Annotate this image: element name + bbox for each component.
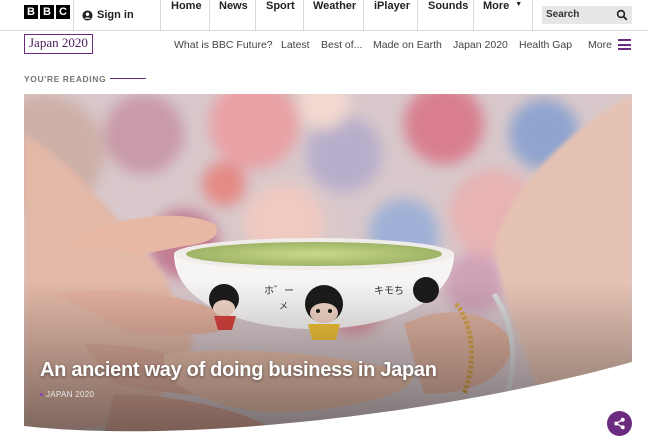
user-icon (82, 9, 93, 21)
subnav-best-of[interactable]: Best of... (321, 39, 362, 51)
search-placeholder: Search (546, 9, 580, 20)
search-input[interactable]: Search (542, 6, 632, 24)
nav-sport[interactable]: Sport (266, 0, 295, 30)
divider (303, 0, 304, 30)
divider (473, 0, 474, 30)
sign-in-link[interactable]: Sign in (82, 0, 134, 30)
subnav-health-gap[interactable]: Health Gap (519, 39, 572, 51)
hero-image[interactable]: ホ゛ー メ キモち An ancient way of doing busine… (24, 94, 632, 434)
menu-icon[interactable] (618, 39, 631, 50)
nav-more-label: More (483, 0, 510, 12)
nav-weather[interactable]: Weather (313, 0, 356, 30)
hero-photo: ホ゛ー メ キモち (24, 94, 632, 434)
nav-iplayer[interactable]: iPlayer (374, 0, 410, 30)
share-button[interactable] (607, 411, 632, 436)
article-headline[interactable]: An ancient way of doing business in Japa… (40, 359, 437, 382)
subnav-latest[interactable]: Latest (281, 39, 310, 51)
nav-sounds[interactable]: Sounds (428, 0, 468, 30)
subnav-japan-2020[interactable]: Japan 2020 (453, 39, 508, 51)
bbc-logo-letter: B (24, 5, 38, 19)
divider (209, 0, 210, 30)
bbc-logo[interactable]: B B C (24, 5, 70, 19)
article-tag-label: JAPAN 2020 (46, 390, 95, 399)
subnav-more[interactable]: More (588, 39, 612, 51)
search-icon[interactable] (616, 9, 628, 21)
nav-more[interactable]: More ▼ (483, 0, 522, 30)
share-icon (614, 417, 625, 430)
divider (73, 0, 74, 30)
chevron-down-icon: ▼ (515, 1, 523, 8)
tag-bullet (40, 393, 43, 396)
subnav-what-is-bbc-future[interactable]: What is BBC Future? (174, 39, 273, 51)
divider (417, 0, 418, 30)
youre-reading-rule (110, 78, 146, 79)
bbc-global-bar: B B C Sign in Home News Sport Weather iP… (0, 0, 648, 31)
bbc-logo-letter: B (40, 5, 54, 19)
nav-news[interactable]: News (219, 0, 248, 30)
future-subnav: Japan 2020 What is BBC Future? Latest Be… (0, 31, 648, 61)
divider (532, 0, 533, 30)
subnav-made-on-earth[interactable]: Made on Earth (373, 39, 442, 51)
article-tag[interactable]: JAPAN 2020 (40, 390, 94, 399)
divider (160, 0, 161, 30)
divider (363, 0, 364, 30)
youre-reading-label: YOU'RE READING (24, 74, 107, 84)
bbc-logo-letter: C (56, 5, 70, 19)
section-brand-link[interactable]: Japan 2020 (24, 34, 93, 54)
sign-in-label: Sign in (97, 9, 134, 21)
divider (255, 0, 256, 30)
nav-home[interactable]: Home (171, 0, 202, 30)
